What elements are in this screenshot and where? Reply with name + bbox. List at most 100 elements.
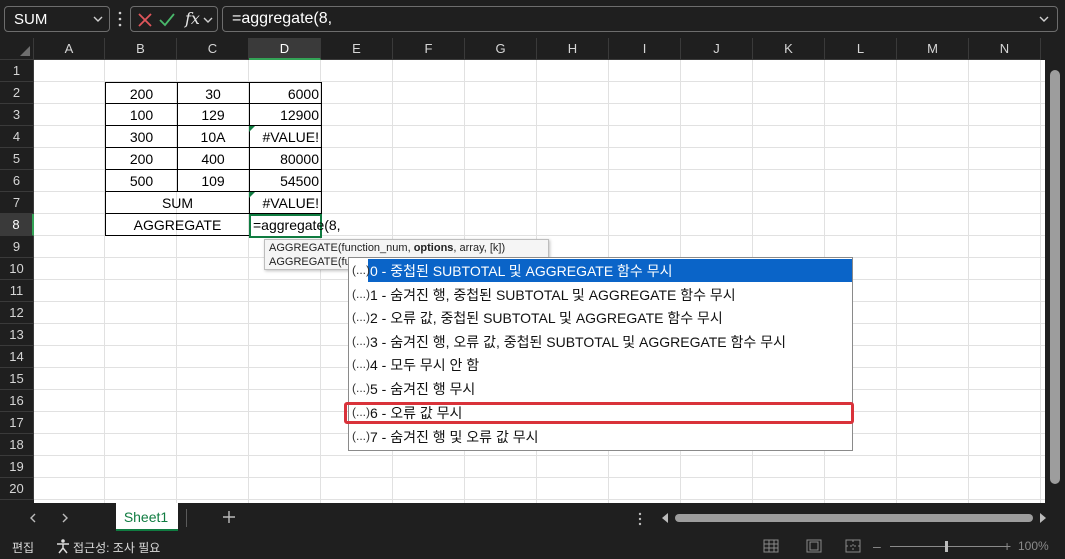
cell-d6[interactable]: 54500 (249, 170, 322, 192)
row-header-6[interactable]: 6 (0, 170, 34, 192)
argument-option-label: 2 - 오류 값, 중첩된 SUBTOTAL 및 AGGREGATE 함수 무시 (370, 310, 723, 326)
cell-c3[interactable]: 129 (177, 104, 250, 126)
argument-option-4[interactable]: (...) 4 - 모두 무시 안 함 (349, 353, 852, 376)
name-box-value: SUM (14, 11, 48, 28)
column-header-m[interactable]: M (897, 38, 969, 60)
row-header-9[interactable]: 9 (0, 236, 34, 258)
sheet-tab-sheet1[interactable]: Sheet1 (116, 503, 178, 531)
cell-c2[interactable]: 30 (177, 82, 250, 104)
cell-b5[interactable]: 200 (105, 148, 178, 170)
formula-input[interactable]: =aggregate(8, (222, 6, 1058, 32)
page-break-view-icon[interactable] (845, 539, 861, 553)
column-header-l[interactable]: L (825, 38, 897, 60)
more-options-icon[interactable] (117, 10, 123, 28)
row-header-11[interactable]: 11 (0, 280, 34, 302)
normal-view-icon[interactable] (763, 539, 779, 553)
zoom-slider-thumb[interactable] (945, 541, 948, 552)
row-header-3[interactable]: 3 (0, 104, 34, 126)
row-header-19[interactable]: 19 (0, 456, 34, 478)
row-header-12[interactable]: 12 (0, 302, 34, 324)
column-header-g[interactable]: G (465, 38, 537, 60)
row-header-15[interactable]: 15 (0, 368, 34, 390)
cell-d7[interactable]: #VALUE! (249, 192, 322, 214)
vertical-scroll-thumb[interactable] (1050, 70, 1060, 484)
argument-option-7[interactable]: (...) 7 - 숨겨진 행 및 오류 값 무시 (349, 425, 852, 448)
cell-c4[interactable]: 10A (177, 126, 250, 148)
column-header-i[interactable]: I (609, 38, 681, 60)
zoom-level[interactable]: 100% (1018, 539, 1049, 553)
cell-d5[interactable]: 80000 (249, 148, 322, 170)
row-header-18[interactable]: 18 (0, 434, 34, 456)
column-header-n[interactable]: N (969, 38, 1041, 60)
row-header-7[interactable]: 7 (0, 192, 34, 214)
chevron-left-icon[interactable] (26, 511, 40, 525)
insert-function-button[interactable]: fx (185, 9, 200, 28)
option-value-icon: (...) (352, 310, 370, 324)
cell-c5[interactable]: 400 (177, 148, 250, 170)
chevron-right-icon[interactable] (58, 511, 72, 525)
cell-sum-label[interactable]: SUM (105, 192, 250, 214)
cell-c6[interactable]: 109 (177, 170, 250, 192)
column-header-b[interactable]: B (105, 38, 177, 60)
column-header-a[interactable]: A (34, 38, 105, 60)
column-header-k[interactable]: K (753, 38, 825, 60)
cell-b2[interactable]: 200 (105, 82, 178, 104)
enter-check-icon[interactable] (158, 11, 176, 29)
formula-buttons: fx (130, 6, 218, 32)
gridline (968, 60, 969, 503)
row-header-16[interactable]: 16 (0, 390, 34, 412)
column-header-c[interactable]: C (177, 38, 249, 60)
accessibility-icon[interactable] (55, 538, 71, 554)
cell-b3[interactable]: 100 (105, 104, 178, 126)
cell-b4[interactable]: 300 (105, 126, 178, 148)
cell-d3[interactable]: 12900 (249, 104, 322, 126)
cell-b6[interactable]: 500 (105, 170, 178, 192)
row-header-1[interactable]: 1 (0, 60, 34, 82)
row-header-10[interactable]: 10 (0, 258, 34, 280)
row-header-13[interactable]: 13 (0, 324, 34, 346)
accessibility-status[interactable]: 접근성: 조사 필요 (73, 539, 160, 556)
cell-aggregate-label[interactable]: AGGREGATE (105, 214, 250, 236)
row-header-4[interactable]: 4 (0, 126, 34, 148)
argument-option-2[interactable]: (...) 2 - 오류 값, 중첩된 SUBTOTAL 및 AGGREGATE … (349, 306, 852, 329)
vertical-scrollbar[interactable] (1045, 60, 1065, 503)
more-options-icon[interactable] (638, 512, 642, 526)
row-header-5[interactable]: 5 (0, 148, 34, 170)
scroll-right-icon[interactable] (1038, 512, 1048, 524)
zoom-out-button[interactable]: – (873, 538, 881, 554)
select-all-corner[interactable] (0, 38, 34, 60)
argument-option-3[interactable]: (...) 3 - 숨겨진 행, 오류 값, 중첩된 SUBTOTAL 및 AGG… (349, 330, 852, 353)
page-layout-view-icon[interactable] (806, 539, 822, 553)
column-header-e[interactable]: E (321, 38, 393, 60)
active-cell-d8[interactable]: =aggregate(8, (249, 214, 341, 238)
row-header-20[interactable]: 20 (0, 478, 34, 500)
row-header-14[interactable]: 14 (0, 346, 34, 368)
expand-formula-icon[interactable] (1037, 12, 1051, 26)
row-header-2[interactable]: 2 (0, 82, 34, 104)
zoom-in-button[interactable]: + (1003, 538, 1011, 554)
argument-option-0[interactable]: (...) 0 - 중첩된 SUBTOTAL 및 AGGREGATE 함수 무시 (349, 259, 852, 282)
error-indicator (249, 126, 255, 132)
name-box[interactable]: SUM (4, 6, 110, 32)
argument-option-label: 0 - 중첩된 SUBTOTAL 및 AGGREGATE 함수 무시 (370, 263, 673, 279)
argument-option-5[interactable]: (...) 5 - 숨겨진 행 무시 (349, 377, 852, 400)
highlight-annotation (344, 402, 854, 424)
add-sheet-icon[interactable] (221, 509, 237, 525)
column-header-f[interactable]: F (393, 38, 465, 60)
column-header-h[interactable]: H (537, 38, 609, 60)
column-header-j[interactable]: J (681, 38, 753, 60)
argument-option-1[interactable]: (...) 1 - 숨겨진 행, 중첩된 SUBTOTAL 및 AGGREGATE… (349, 283, 852, 306)
worksheet-grid[interactable]: 200 30 6000 100 129 12900 300 10A #VALUE… (34, 60, 1045, 503)
chevron-down-icon[interactable] (201, 11, 215, 29)
cell-d4[interactable]: #VALUE! (249, 126, 322, 148)
gridline (34, 477, 1045, 478)
argument-option-label: 4 - 모두 무시 안 함 (370, 357, 480, 373)
option-value-icon: (...) (352, 263, 370, 277)
cancel-icon[interactable] (136, 11, 154, 29)
row-header-17[interactable]: 17 (0, 412, 34, 434)
scroll-left-icon[interactable] (660, 512, 670, 524)
cell-d2[interactable]: 6000 (249, 82, 322, 104)
row-header-8[interactable]: 8 (0, 214, 34, 236)
horizontal-scroll-thumb[interactable] (675, 514, 1033, 522)
column-header-d[interactable]: D (249, 38, 321, 60)
